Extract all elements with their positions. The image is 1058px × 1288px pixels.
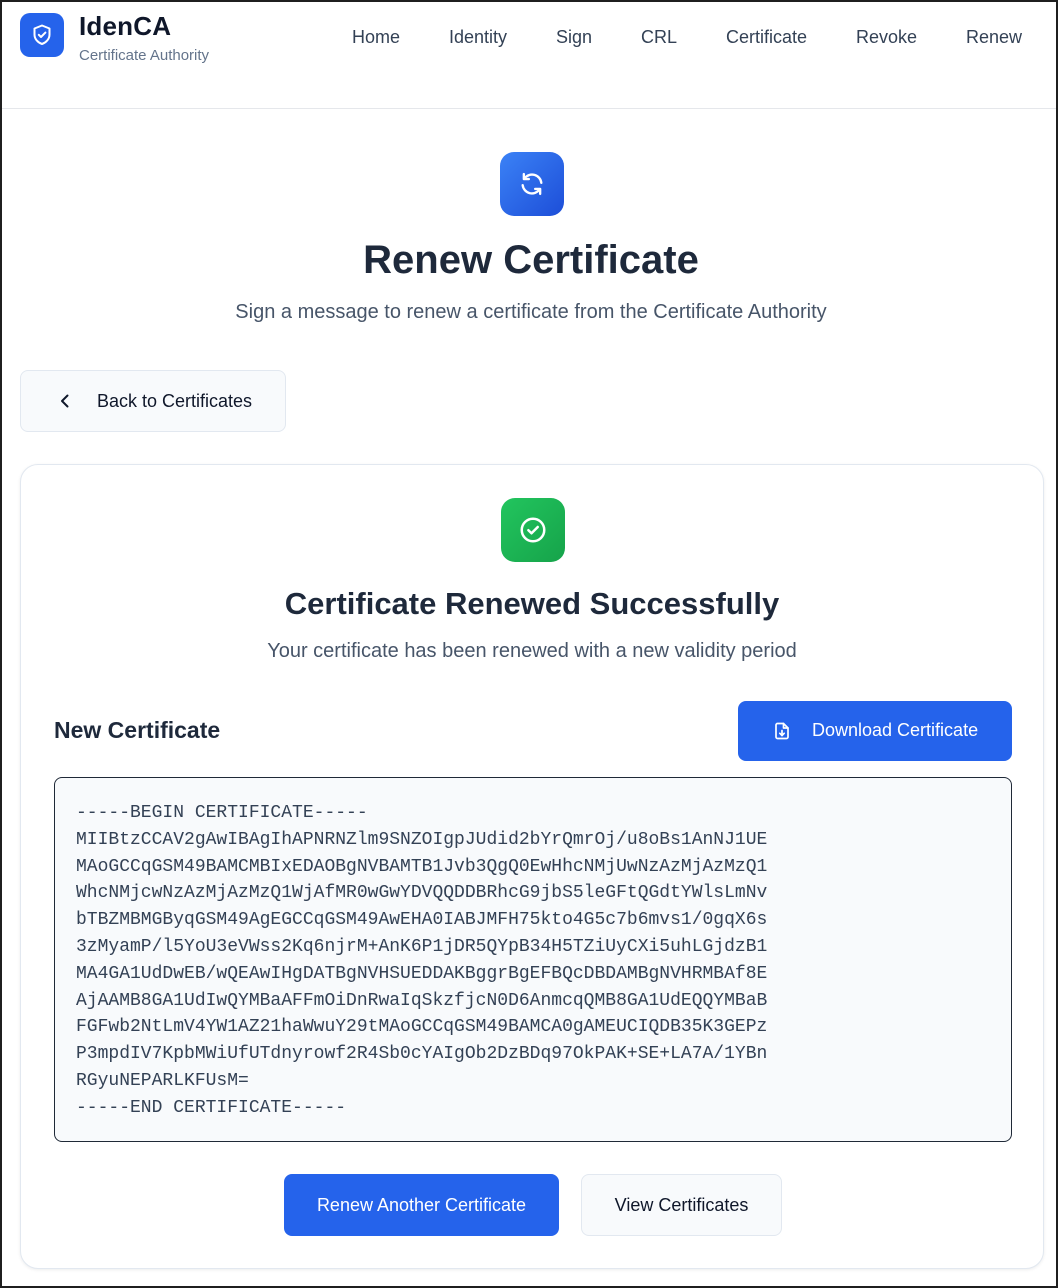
new-certificate-heading: New Certificate [54,717,221,743]
shield-check-icon[interactable] [20,13,64,57]
success-title: Certificate Renewed Successfully [284,586,780,621]
view-certificates-button[interactable]: View Certificates [581,1174,782,1236]
nav-sign[interactable]: Sign [556,27,592,48]
brand-name[interactable]: IdenCA [79,11,171,42]
download-button-label: Download Certificate [812,720,979,740]
pem-line: MAoGCCqGSM49BAMCMBIxEDAOBgNVBAMTB1Jvb3Qg… [76,856,768,877]
top-navbar: IdenCA Certificate Authority Home Identi… [2,2,1056,109]
pem-line: -----BEGIN CERTIFICATE----- [76,803,368,823]
nav-renew[interactable]: Renew [966,27,1022,48]
nav-revoke[interactable]: Revoke [856,27,917,48]
back-to-certificates-button[interactable]: Back to Certificates [20,370,286,432]
success-subtitle: Your certificate has been renewed with a… [267,640,797,662]
pem-line: bTBZMBMGByqGSM49AgEGCCqGSM49AwEHA0IABJMF… [76,910,768,931]
brand-subtitle: Certificate Authority [79,47,210,64]
pem-line: P3mpdIV7KpbMWiUfUTdnyrowf2R4Sb0cYAIgOb2D… [76,1044,768,1065]
pem-line: -----END CERTIFICATE----- [76,1097,347,1118]
nav-home[interactable]: Home [352,27,400,48]
pem-line: FGFwb2NtLmV4YW1AZ21haWwuY29tMAoGCCqGSM49… [76,1017,768,1038]
renew-another-certificate-button[interactable]: Renew Another Certificate [284,1174,559,1236]
renewal-result-card: Certificate Renewed Successfully Your ce… [20,464,1044,1269]
pem-line: MA4GA1UdDwEB/wQEAwIHgDATBgNVHSUEDDAKBggr… [76,963,768,984]
app-window: IdenCA Certificate Authority Home Identi… [0,0,1058,1288]
pem-line: RGyuNEPARLKFUsM= [76,1070,249,1091]
pem-line: AjAAMB8GA1UdIwQYMBaAFFmOiDnRwaIqSkzfjcN0… [76,990,768,1011]
nav-certificate[interactable]: Certificate [726,27,807,48]
nav-identity[interactable]: Identity [449,27,507,48]
refresh-icon [500,152,564,216]
page-title: Renew Certificate [363,238,699,282]
check-circle-icon [501,498,565,562]
certificate-pem-textbox[interactable]: -----BEGIN CERTIFICATE----- MIIBtzCCAV2g… [54,777,1012,1142]
file-download-icon [775,722,789,740]
pem-line: MIIBtzCCAV2gAwIBAgIhAPNRNZlm9SNZOIgpJUdi… [76,829,768,850]
pem-line: 3zMyamP/l5YoU3eVWss2Kq6njrM+AnK6P1jDR5QY… [76,936,768,957]
chevron-left-icon [61,394,69,408]
back-button-label: Back to Certificates [97,391,253,411]
nav-crl[interactable]: CRL [641,27,677,48]
page-subtitle: Sign a message to renew a certificate fr… [235,301,827,323]
download-certificate-button[interactable]: Download Certificate [738,701,1012,761]
pem-line: WhcNMjcwNzAzMjAzMzQ1WjAfMR0wGwYDVQQDDBRh… [76,883,768,904]
